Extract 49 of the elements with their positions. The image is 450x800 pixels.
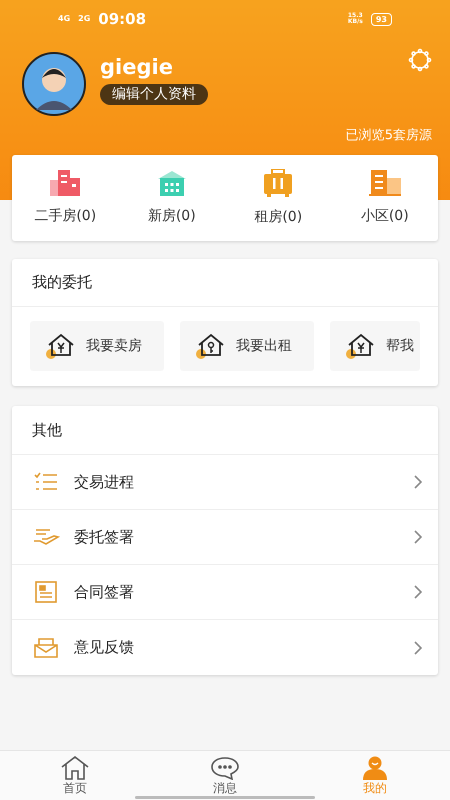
section-title: 我的委托 bbox=[32, 272, 92, 294]
house-yen-icon bbox=[346, 333, 376, 359]
battery-level: 93 bbox=[370, 12, 392, 26]
buildings-icon bbox=[50, 170, 80, 196]
hand-icon bbox=[32, 527, 60, 547]
stat-label[interactable]: 租房(0) bbox=[254, 206, 302, 228]
edit-profile-button[interactable]: 编辑个人资料 bbox=[100, 84, 208, 105]
tab-item[interactable]: 首页 bbox=[0, 751, 150, 800]
checklist-icon bbox=[34, 472, 58, 492]
tab-item[interactable]: 消息 bbox=[150, 751, 300, 800]
menu-row[interactable]: 意见反馈 bbox=[12, 620, 438, 675]
network-label: 2G bbox=[78, 13, 90, 25]
option-label: 帮我 bbox=[386, 336, 414, 356]
menu-row[interactable]: 交易进程 bbox=[12, 455, 438, 510]
status-time: 09:08 bbox=[98, 8, 146, 30]
chevron-right-icon bbox=[414, 530, 422, 544]
entrust-option[interactable]: 帮我 bbox=[330, 321, 420, 371]
chevron-right-icon bbox=[414, 585, 422, 599]
chevron-right-icon bbox=[414, 475, 422, 489]
menu-label: 意见反馈 bbox=[74, 637, 135, 658]
avatar bbox=[22, 52, 86, 116]
stat-label[interactable]: 二手房(0) bbox=[34, 206, 96, 226]
menu-row[interactable]: 委托签署 bbox=[12, 510, 438, 565]
building-icon bbox=[368, 170, 401, 196]
envelope-icon bbox=[33, 636, 59, 658]
option-label: 我要卖房 bbox=[86, 336, 142, 356]
chevron-right-icon bbox=[414, 640, 422, 654]
house-yen-icon bbox=[46, 333, 76, 359]
settings-icon[interactable] bbox=[408, 48, 432, 72]
house-icon bbox=[156, 170, 187, 196]
house-key-icon bbox=[196, 333, 226, 359]
entrust-option[interactable]: 我要卖房 bbox=[30, 321, 164, 371]
browsed-count: 已浏览5套房源 bbox=[346, 126, 432, 144]
section-title: 其他 bbox=[32, 420, 62, 441]
document-icon bbox=[35, 581, 57, 603]
network-label: 4G bbox=[58, 13, 70, 25]
tab-person-icon bbox=[360, 756, 390, 780]
tab-home-icon bbox=[60, 756, 90, 780]
tab-chat-icon bbox=[210, 756, 240, 780]
menu-label: 交易进程 bbox=[74, 472, 135, 493]
option-label: 我要出租 bbox=[236, 336, 292, 356]
stat-label[interactable]: 新房(0) bbox=[148, 206, 196, 226]
suitcase-icon bbox=[263, 168, 294, 196]
stat-label[interactable]: 小区(0) bbox=[360, 206, 409, 226]
menu-label: 合同签署 bbox=[74, 582, 135, 603]
menu-row[interactable]: 合同签署 bbox=[12, 565, 438, 620]
entrust-option[interactable]: 我要出租 bbox=[180, 321, 314, 371]
menu-label: 委托签署 bbox=[74, 526, 135, 548]
username: giegie bbox=[100, 54, 173, 81]
